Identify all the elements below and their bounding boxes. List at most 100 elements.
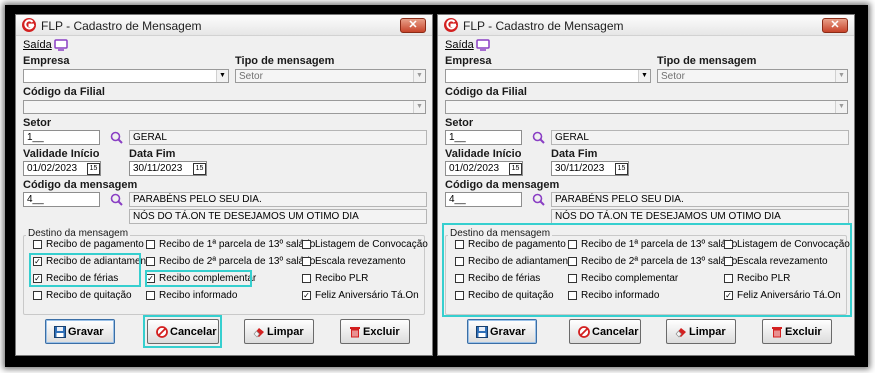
menu-saida-label[interactable]: Saída: [23, 39, 52, 51]
gravar-button[interactable]: Gravar: [467, 319, 537, 344]
chevron-down-icon[interactable]: ▼: [835, 70, 847, 82]
setor-codigo-input[interactable]: 1__: [445, 130, 522, 145]
calendar-icon[interactable]: 15: [87, 163, 100, 175]
menu-saida-label[interactable]: Saída: [445, 39, 474, 51]
limpar-button[interactable]: Limpar: [666, 319, 736, 344]
close-button[interactable]: ✕: [400, 18, 426, 33]
excluir-button[interactable]: Excluir: [762, 319, 832, 344]
tipo-mensagem-value: Setor: [239, 71, 263, 82]
codigo-filial-label: Código da Filial: [445, 86, 527, 98]
tipo-mensagem-select[interactable]: Setor ▼: [235, 69, 426, 83]
chevron-down-icon[interactable]: ▼: [216, 70, 228, 82]
calendar-icon[interactable]: 15: [615, 163, 628, 175]
excluir-label: Excluir: [363, 326, 400, 338]
data-fim-label: Data Fim: [129, 148, 176, 160]
checkbox-label: Escala revezamento: [315, 256, 406, 267]
limpar-label: Limpar: [689, 326, 726, 338]
app-logo-icon: [22, 18, 36, 32]
checkbox-label: Recibo informado: [159, 290, 238, 301]
screenshot-frame: FLP - Cadastro de Mensagem ✕ Saída Empre…: [5, 5, 868, 367]
checkbox-label: Recibo de 1ª parcela de 13º salário: [159, 239, 316, 250]
tipo-mensagem-value: Setor: [661, 71, 685, 82]
trash-icon: [350, 327, 360, 338]
checkbox[interactable]: [302, 274, 311, 283]
window-title: FLP - Cadastro de Mensagem: [41, 19, 202, 33]
empresa-select[interactable]: ▼: [445, 69, 651, 83]
excluir-button[interactable]: Excluir: [340, 319, 410, 344]
window-right: FLP - Cadastro de Mensagem ✕ Saída Empre…: [437, 14, 855, 356]
validade-inicio-label: Validade Início: [445, 148, 522, 160]
checkbox[interactable]: [302, 257, 311, 266]
codigo-mensagem-label: Código da mensagem: [23, 179, 138, 191]
highlight-box: [442, 223, 852, 317]
chevron-down-icon[interactable]: ▼: [413, 70, 425, 82]
highlight-box: [29, 253, 141, 287]
cancelar-button[interactable]: Cancelar: [569, 319, 641, 344]
gravar-label: Gravar: [490, 326, 526, 338]
eraser-icon: [253, 328, 264, 338]
empresa-label: Empresa: [23, 55, 70, 67]
monitor-icon[interactable]: [476, 39, 490, 51]
save-icon: [54, 326, 66, 338]
gravar-label: Gravar: [68, 326, 104, 338]
limpar-label: Limpar: [267, 326, 304, 338]
menu-saida[interactable]: Saída: [23, 39, 52, 51]
codigo-filial-label: Código da Filial: [23, 86, 105, 98]
checkbox[interactable]: [146, 240, 155, 249]
data-fim-label: Data Fim: [551, 148, 598, 160]
setor-label: Setor: [23, 117, 52, 129]
monitor-icon[interactable]: [54, 39, 68, 51]
validade-inicio-label: Validade Início: [23, 148, 100, 160]
checkbox-label: Recibo de pagamento: [46, 239, 144, 250]
chevron-down-icon[interactable]: ▼: [638, 70, 650, 82]
cancelar-label: Cancelar: [592, 326, 639, 338]
checkbox-label: Recibo PLR: [315, 273, 369, 284]
tipo-mensagem-label: Tipo de mensagem: [657, 55, 757, 67]
close-button[interactable]: ✕: [822, 18, 848, 33]
excluir-label: Excluir: [785, 326, 822, 338]
mensagem-linha2-field: NÓS DO TÁ.ON TE DESEJAMOS UM OTIMO DIA: [129, 209, 427, 224]
eraser-icon: [675, 328, 686, 338]
destino-legend: Destino da mensagem: [26, 228, 131, 239]
search-icon[interactable]: [110, 193, 123, 206]
checkbox[interactable]: ✓: [302, 291, 311, 300]
calendar-icon[interactable]: 15: [509, 163, 522, 175]
setor-codigo-input[interactable]: 1__: [23, 130, 100, 145]
menu-saida[interactable]: Saída: [445, 39, 474, 51]
cancel-icon: [578, 326, 590, 338]
gravar-button[interactable]: Gravar: [45, 319, 115, 344]
codigo-mensagem-input[interactable]: 4__: [445, 192, 522, 207]
save-icon: [476, 326, 488, 338]
chevron-down-icon[interactable]: ▼: [413, 101, 425, 113]
checkbox[interactable]: [33, 291, 42, 300]
codigo-filial-select[interactable]: ▼: [23, 100, 426, 114]
codigo-mensagem-label: Código da mensagem: [445, 179, 560, 191]
empresa-label: Empresa: [445, 55, 492, 67]
title-bar: FLP - Cadastro de Mensagem ✕: [16, 15, 432, 36]
checkbox[interactable]: [146, 257, 155, 266]
checkbox-label: Recibo de 2ª parcela de 13º salário: [159, 256, 316, 267]
codigo-filial-select[interactable]: ▼: [445, 100, 848, 114]
tipo-mensagem-select[interactable]: Setor ▼: [657, 69, 848, 83]
chevron-down-icon[interactable]: ▼: [835, 101, 847, 113]
limpar-button[interactable]: Limpar: [244, 319, 314, 344]
setor-nome-field: GERAL: [129, 130, 427, 145]
trash-icon: [772, 327, 782, 338]
checkbox[interactable]: [302, 240, 311, 249]
highlight-box: [145, 270, 252, 287]
mensagem-linha1-field: PARABÉNS PELO SEU DIA.: [551, 192, 849, 207]
mensagem-linha1-field: PARABÉNS PELO SEU DIA.: [129, 192, 427, 207]
search-icon[interactable]: [532, 131, 545, 144]
mensagem-linha2-field: NÓS DO TÁ.ON TE DESEJAMOS UM OTIMO DIA: [551, 209, 849, 224]
search-icon[interactable]: [110, 131, 123, 144]
calendar-icon[interactable]: 15: [193, 163, 206, 175]
window-title: FLP - Cadastro de Mensagem: [463, 19, 624, 33]
checkbox-label: Listagem de Convocação: [315, 239, 428, 250]
window-left: FLP - Cadastro de Mensagem ✕ Saída Empre…: [15, 14, 433, 356]
empresa-select[interactable]: ▼: [23, 69, 229, 83]
codigo-mensagem-input[interactable]: 4__: [23, 192, 100, 207]
search-icon[interactable]: [532, 193, 545, 206]
tipo-mensagem-label: Tipo de mensagem: [235, 55, 335, 67]
checkbox[interactable]: [146, 291, 155, 300]
checkbox[interactable]: [33, 240, 42, 249]
